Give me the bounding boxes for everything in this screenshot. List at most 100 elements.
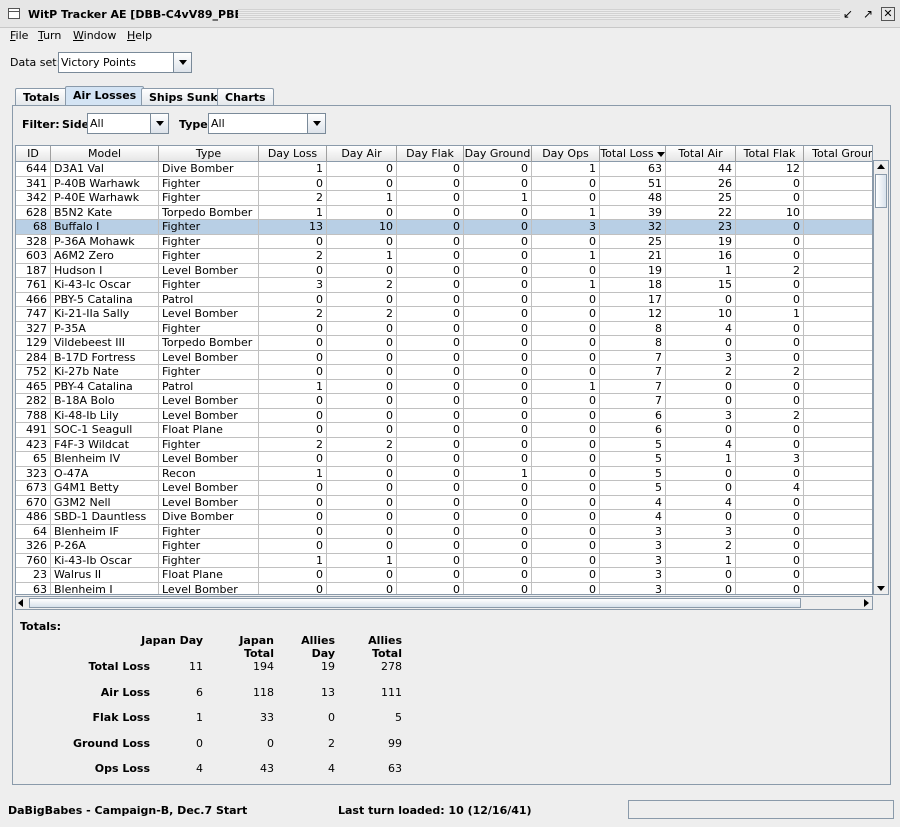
table-cell: 8 bbox=[600, 336, 666, 351]
menu-window[interactable]: Window bbox=[73, 29, 116, 42]
close-icon[interactable]: ✕ bbox=[881, 7, 895, 21]
chevron-down-icon[interactable] bbox=[173, 53, 191, 72]
table-cell: Patrol bbox=[159, 292, 259, 307]
table-row[interactable]: 65Blenheim IVLevel Bomber000005131 bbox=[16, 452, 872, 467]
table-row[interactable]: 282B-18A BoloLevel Bomber000007007 bbox=[16, 394, 872, 409]
maximize-icon[interactable]: ↗ bbox=[861, 7, 875, 21]
column-header-id[interactable]: ID bbox=[16, 146, 51, 162]
table-cell: 0 bbox=[397, 466, 464, 481]
table-row[interactable]: 603A6M2 ZeroFighter21001211600 bbox=[16, 249, 872, 264]
minimize-icon[interactable]: ↙ bbox=[841, 7, 855, 21]
table-cell: 48 bbox=[600, 191, 666, 206]
table-cell: 0 bbox=[327, 234, 397, 249]
column-header-model[interactable]: Model bbox=[51, 146, 159, 162]
title-bar: WitP Tracker AE [DBB-C4vV89_PBEM2] ↙ ↗ ✕ bbox=[0, 0, 900, 28]
column-header-total-flak[interactable]: Total Flak bbox=[736, 146, 804, 162]
table-row[interactable]: 341P-40B WarhawkFighter000005126017 bbox=[16, 176, 872, 191]
table-cell: 0 bbox=[804, 409, 872, 423]
totals-value: 99 bbox=[388, 736, 402, 750]
table-row[interactable]: 670G3M2 NellLevel Bomber000004400 bbox=[16, 495, 872, 510]
table-cell: 17 bbox=[600, 292, 666, 307]
table-row[interactable]: 752Ki-27b NateFighter000007220 bbox=[16, 365, 872, 380]
tab-charts[interactable]: Charts bbox=[217, 88, 274, 106]
chevron-down-icon[interactable] bbox=[307, 114, 325, 133]
table-row[interactable]: 423F4F-3 WildcatFighter220005401 bbox=[16, 437, 872, 452]
table-cell: P-26A bbox=[51, 539, 159, 554]
table-cell: 0 bbox=[464, 568, 532, 583]
table-row[interactable]: 747 Ki-21-IIa Sally Level Bomber 2 2 0 0 0 12 10 1… bbox=[16, 307, 872, 322]
scroll-up-icon[interactable] bbox=[877, 164, 885, 169]
column-header-type[interactable]: Type bbox=[159, 146, 259, 162]
column-header-day-loss[interactable]: Day Loss bbox=[259, 146, 327, 162]
column-header-total-loss[interactable]: Total Loss bbox=[600, 146, 666, 162]
table-cell: 0 bbox=[464, 539, 532, 554]
table-cell: 0 bbox=[259, 510, 327, 525]
table-cell: 0 bbox=[532, 336, 600, 351]
table-row[interactable]: 129Vildebeest IIITorpedo Bomber000008003 bbox=[16, 336, 872, 351]
tab-totals[interactable]: Totals bbox=[15, 88, 68, 106]
table-cell: 129 bbox=[16, 336, 51, 351]
table-cell: 628 bbox=[16, 205, 51, 220]
scroll-down-icon[interactable] bbox=[877, 586, 885, 591]
table-row[interactable]: 323O-47ARecon100105005 bbox=[16, 466, 872, 481]
table-row[interactable]: 326P-26AFighter000003200 bbox=[16, 539, 872, 554]
table-cell: 0 bbox=[532, 408, 600, 423]
table-row[interactable]: 644D3A1 ValDive Bomber100016344120 bbox=[16, 162, 872, 177]
table-row[interactable]: 64Blenheim IFFighter000003300 bbox=[16, 524, 872, 539]
table-row[interactable]: 673G4M1 BettyLevel Bomber000005040 bbox=[16, 481, 872, 496]
table-row[interactable]: 761Ki-43-Ic OscarFighter32001181500 bbox=[16, 278, 872, 293]
table-cell: Ki-43-Ib Oscar bbox=[51, 553, 159, 568]
menu-file[interactable]: File bbox=[10, 29, 28, 42]
table-cell: 0 bbox=[464, 524, 532, 539]
chevron-down-icon[interactable] bbox=[150, 114, 168, 133]
column-header-day-ops[interactable]: Day Ops bbox=[532, 146, 600, 162]
column-header-day-air[interactable]: Day Air bbox=[327, 146, 397, 162]
table-row[interactable]: 486SBD-1 DauntlessDive Bomber000004004 bbox=[16, 510, 872, 525]
air-losses-table[interactable]: ID Model Type Day Loss Day Air Day Flak Day Gr… bbox=[15, 145, 873, 595]
horizontal-scroll-thumb[interactable] bbox=[29, 598, 801, 608]
table-row[interactable]: 23Walrus IIFloat Plane000003002 bbox=[16, 568, 872, 583]
scroll-left-icon[interactable] bbox=[18, 599, 23, 607]
table-cell: Fighter bbox=[159, 365, 259, 380]
table-row[interactable]: 628B5N2 KateTorpedo Bomber100013922100 bbox=[16, 205, 872, 220]
table-cell: 284 bbox=[16, 350, 51, 365]
scroll-right-icon[interactable] bbox=[864, 599, 869, 607]
horizontal-scrollbar[interactable] bbox=[15, 596, 873, 610]
side-combo[interactable]: All bbox=[87, 113, 169, 134]
table-row[interactable]: 328P-36A MohawkFighter00000251904 bbox=[16, 234, 872, 249]
tab-air-losses[interactable]: Air Losses bbox=[65, 86, 145, 106]
table-cell: 0 bbox=[532, 553, 600, 568]
table-row[interactable]: 466PBY-5 CatalinaPatrol00000170016 bbox=[16, 292, 872, 307]
menu-help[interactable]: Help bbox=[127, 29, 152, 42]
table-row[interactable]: 327P-35AFighter000008401 bbox=[16, 321, 872, 336]
vertical-scrollbar[interactable] bbox=[873, 160, 889, 595]
column-header-total-ground[interactable]: Total Ground bbox=[804, 146, 872, 162]
table-row[interactable]: 187Hudson ILevel Bomber0000019123 bbox=[16, 263, 872, 278]
table-cell: 1 bbox=[532, 162, 600, 177]
dataset-combo[interactable]: Victory Points bbox=[58, 52, 192, 73]
table-row[interactable]: 284B-17D FortressLevel Bomber000007304 bbox=[16, 350, 872, 365]
menu-turn[interactable]: Turn bbox=[38, 29, 61, 42]
table-cell: 0 bbox=[736, 220, 804, 235]
table-row[interactable]: 68Buffalo IFighter1310003322302 bbox=[16, 220, 872, 235]
table-cell: 0 bbox=[397, 205, 464, 220]
totals-value: 111 bbox=[381, 685, 402, 699]
type-combo[interactable]: All bbox=[208, 113, 326, 134]
vertical-scroll-thumb[interactable] bbox=[875, 174, 887, 208]
column-header-day-ground[interactable]: Day Ground bbox=[464, 146, 532, 162]
tab-ships-sunk[interactable]: Ships Sunk bbox=[141, 88, 226, 106]
table-cell: 0 bbox=[464, 394, 532, 409]
table-cell: 4 bbox=[600, 495, 666, 510]
table-row[interactable]: 63Blenheim ILevel Bomber000003002 bbox=[16, 582, 872, 594]
table-row[interactable]: 760Ki-43-Ib OscarFighter110003100 bbox=[16, 553, 872, 568]
table-cell: 0 bbox=[736, 321, 804, 336]
table-cell: 0 bbox=[327, 524, 397, 539]
table-row[interactable]: 788Ki-48-Ib LilyLevel Bomber000006320 bbox=[16, 408, 872, 423]
column-header-day-flak[interactable]: Day Flak bbox=[397, 146, 464, 162]
table-row[interactable]: 491SOC-1 SeagullFloat Plane000006005 bbox=[16, 423, 872, 438]
column-header-total-air[interactable]: Total Air bbox=[666, 146, 736, 162]
table-row[interactable]: 342P-40E WarhawkFighter210104825011 bbox=[16, 191, 872, 206]
table-row[interactable]: 465PBY-4 CatalinaPatrol100017005 bbox=[16, 379, 872, 394]
table-cell: A6M2 Zero bbox=[51, 249, 159, 264]
table-cell: Recon bbox=[159, 466, 259, 481]
